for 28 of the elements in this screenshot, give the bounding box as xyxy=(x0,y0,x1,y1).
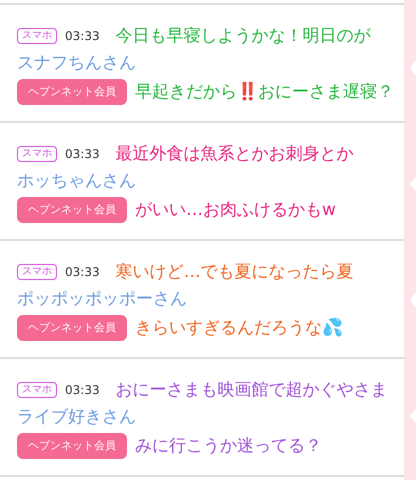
post-time: 03:33 xyxy=(65,382,100,399)
device-tag: スマホ xyxy=(17,146,57,162)
member-badge: ヘブンネット会員 xyxy=(17,79,127,105)
user-name: ライブ好きさん xyxy=(17,407,136,427)
user-name: スナフちんさん xyxy=(17,53,136,73)
member-badge: ヘブンネット会員 xyxy=(17,315,127,341)
caption-text: きらいすぎるんだろうな💦 xyxy=(135,317,343,339)
notch-icon xyxy=(410,292,416,308)
device-tag: スマホ xyxy=(17,264,57,280)
post-time: 03:33 xyxy=(65,146,100,163)
post-time: 03:33 xyxy=(65,28,100,45)
notch-icon xyxy=(410,408,416,424)
caption-text: がいい…お肉ふけるかもw xyxy=(135,199,336,221)
post-time: 03:33 xyxy=(65,264,100,281)
caption-text: 寒いけど…でも夏になったら夏 xyxy=(116,261,354,283)
caption-text: おにーさまも映画館で超かぐやさま xyxy=(116,379,388,401)
notch-icon xyxy=(410,176,416,192)
device-tag: スマホ xyxy=(17,382,57,398)
caption-text: 早起きだから‼おにーさま遅寝？ xyxy=(135,81,394,103)
device-tag: スマホ xyxy=(17,28,57,44)
caption-text: 最近外食は魚系とかお刺身とか xyxy=(116,143,354,165)
member-badge: ヘブンネット会員 xyxy=(17,197,127,223)
caption-text: みに行こうか迷ってる？ xyxy=(135,435,322,457)
notch-icon xyxy=(410,60,416,76)
user-name: ポッポッポッポーさん xyxy=(17,289,187,309)
caption-text: 今日も早寝しようかな！明日のが xyxy=(116,25,371,47)
member-badge: ヘブンネット会員 xyxy=(17,433,127,459)
user-name: ホッちゃんさん xyxy=(17,171,136,191)
